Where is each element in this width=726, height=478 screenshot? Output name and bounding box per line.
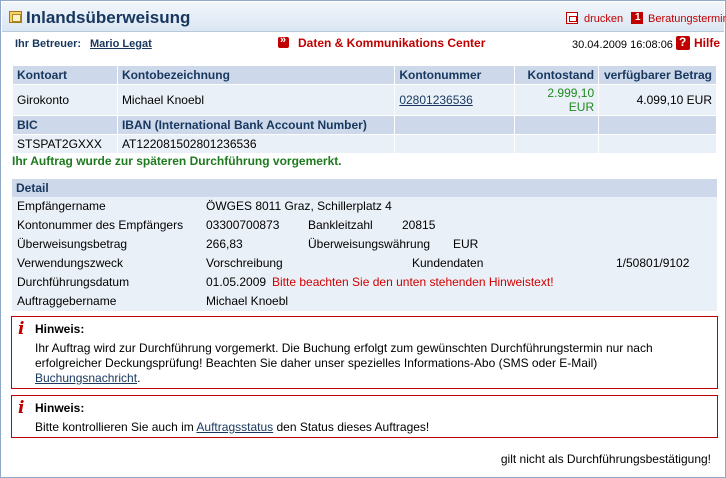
- order-status-link[interactable]: Auftragsstatus: [196, 420, 273, 434]
- help-link[interactable]: Hilfe: [694, 36, 720, 50]
- col-header: Kontonummer: [394, 65, 516, 85]
- hint-text-before: Bitte kontrollieren Sie auch im: [35, 420, 194, 434]
- info-icon: i: [18, 319, 25, 339]
- bic-value: STSPAT2GXXX: [12, 134, 118, 154]
- detail-label: Bankleitzahl: [308, 218, 373, 232]
- detail-value: ÖWGES 8011 Graz, Schillerplatz 4: [206, 199, 392, 213]
- print-link[interactable]: drucken: [584, 13, 623, 25]
- account-table: Kontoart Kontobezeichnung Kontonummer Ko…: [12, 65, 717, 154]
- detail-value: 266,83: [206, 237, 243, 251]
- detail-label: Kontonummer des Empfängers: [17, 218, 184, 232]
- hint-body: Ihr Auftrag wird zur Durchführung vorgem…: [35, 341, 653, 370]
- detail-label: Empfängername: [17, 199, 106, 213]
- hint-suffix: .: [137, 371, 141, 385]
- advisor-link[interactable]: Mario Legat: [90, 38, 152, 50]
- detail-heading: Detail: [12, 179, 717, 197]
- detail-label: Kundendaten: [412, 256, 484, 270]
- detail-label: Durchführungsdatum: [17, 275, 130, 289]
- booking-message-link[interactable]: Buchungsnachricht: [35, 371, 137, 385]
- iban-header-row: BIC IBAN (International Bank Account Num…: [12, 115, 717, 135]
- account-balance: 2.999,10 EUR: [514, 84, 600, 116]
- calendar-icon[interactable]: [631, 12, 643, 24]
- folder-icon: [9, 11, 22, 23]
- status-notice: Ihr Auftrag wurde zur späteren Durchführ…: [12, 154, 342, 168]
- hint-text: Bitte kontrollieren Sie auch im Auftrags…: [35, 420, 705, 435]
- account-header-row: Kontoart Kontobezeichnung Kontonummer Ko…: [12, 65, 717, 85]
- detail-label: Auftraggebername: [17, 294, 117, 308]
- col-header: verfügbarer Betrag: [598, 65, 717, 85]
- col-header: Kontoart: [12, 65, 118, 85]
- detail-value: Michael Knoebl: [206, 294, 289, 308]
- col-header: IBAN (International Bank Account Number): [116, 115, 396, 135]
- col-header: Kontostand: [514, 65, 600, 85]
- hint-box: i Hinweis: Bitte kontrollieren Sie auch …: [11, 395, 718, 438]
- detail-label: Überweisungsbetrag: [17, 237, 128, 251]
- hint-title: Hinweis:: [35, 322, 85, 336]
- subheader: Ihr Betreuer: Mario Legat Daten & Kommun…: [2, 32, 724, 56]
- detail-label: Überweisungswährung: [308, 237, 431, 251]
- available-amount: 4.099,10 EUR: [598, 84, 717, 116]
- date-warning: Bitte beachten Sie den unten stehenden H…: [272, 275, 554, 289]
- account-type: Girokonto: [12, 84, 118, 116]
- printer-icon[interactable]: [566, 12, 578, 24]
- hint-title: Hinweis:: [35, 401, 85, 415]
- arrow-icon[interactable]: [278, 34, 289, 48]
- account-number-link[interactable]: 02801236536: [399, 93, 472, 107]
- hint-text-after: den Status dieses Auftrages!: [276, 420, 430, 434]
- page-title: Inlandsüberweisung: [26, 8, 191, 27]
- dkc-link[interactable]: Daten & Kommunikations Center: [298, 36, 485, 50]
- detail-value: 03300700873: [206, 218, 280, 232]
- info-icon: i: [18, 398, 25, 418]
- help-icon[interactable]: [676, 35, 690, 50]
- col-header: Kontobezeichnung: [116, 65, 396, 85]
- account-name: Michael Knoebl: [116, 84, 396, 116]
- detail-value: Vorschreibung: [206, 256, 283, 270]
- advisor-label: Ihr Betreuer:: [15, 38, 82, 50]
- detail-value: EUR: [453, 237, 479, 251]
- transfer-window: Inlandsüberweisung drucken Beratungsterm…: [0, 0, 726, 478]
- col-header: BIC: [12, 115, 118, 135]
- detail-value: 1/50801/9102: [616, 256, 690, 270]
- footer-note: gilt nicht als Durchführungsbestätigung!: [500, 452, 711, 466]
- iban-row: STSPAT2GXXX AT122081502801236536: [12, 134, 717, 154]
- account-row: Girokonto Michael Knoebl 02801236536 2.9…: [12, 84, 717, 116]
- detail-value: 01.05.2009: [206, 275, 267, 289]
- detail-label: Verwendungszweck: [17, 256, 124, 270]
- hint-text: Ihr Auftrag wird zur Durchführung vorgem…: [35, 341, 705, 386]
- appointment-link[interactable]: Beratungstermin: [648, 13, 726, 25]
- detail-value: 20815: [402, 218, 436, 232]
- detail-panel: Empfängername ÖWGES 8011 Graz, Schillerp…: [12, 197, 717, 311]
- iban-value: AT122081502801236536: [116, 134, 396, 154]
- datetime: 30.04.2009 16:08:06: [572, 39, 673, 51]
- hint-box: i Hinweis: Ihr Auftrag wird zur Durchfüh…: [11, 316, 718, 389]
- title-bar: Inlandsüberweisung drucken Beratungsterm…: [2, 2, 726, 32]
